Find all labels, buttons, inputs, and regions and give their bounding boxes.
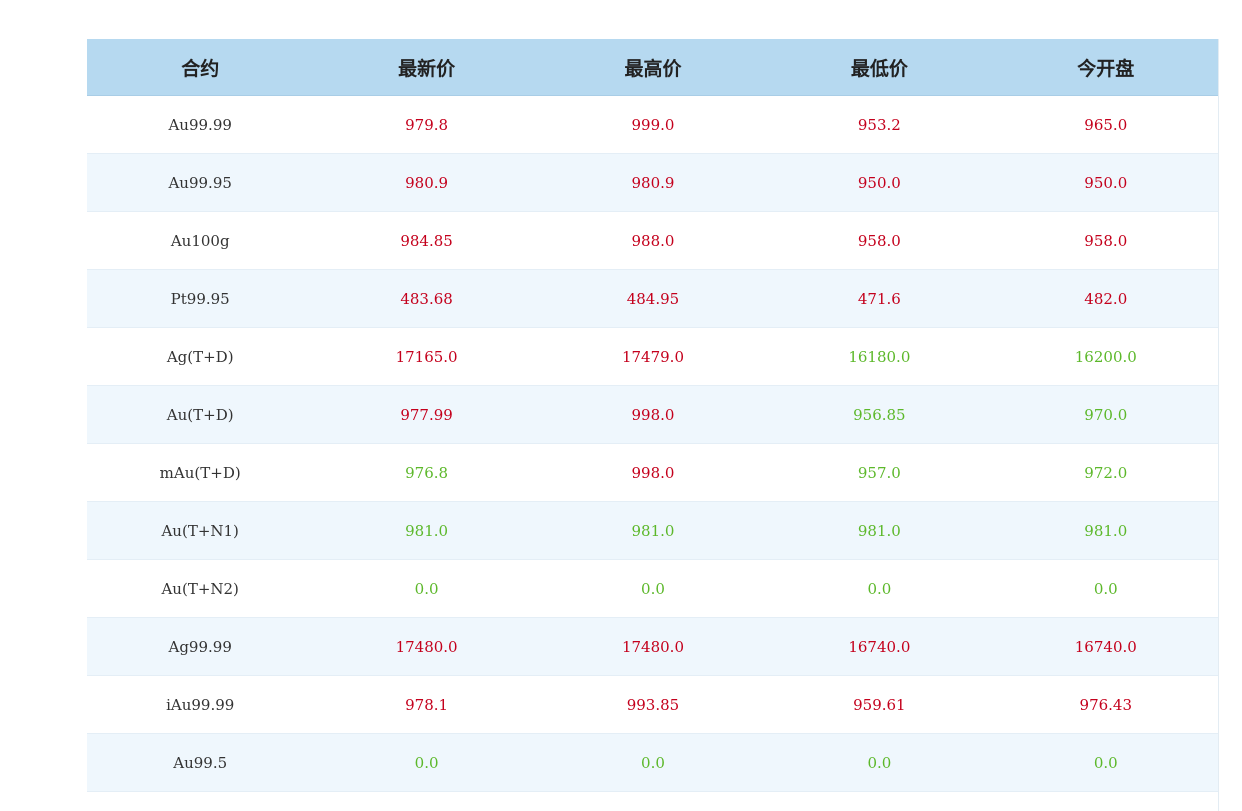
low-price: 957.0: [766, 443, 993, 502]
header-contract: 合约: [87, 39, 314, 96]
latest-price-empty: [313, 791, 540, 811]
low-price: 0.0: [766, 733, 993, 792]
contract-name: iAu99.99: [87, 675, 314, 734]
table-row: iAu99.99 978.1 993.85 959.61 976.43: [87, 675, 1219, 734]
high-price: 999.0: [539, 95, 767, 154]
open-price: 970.0: [992, 385, 1219, 444]
header-latest-price: 最新价: [313, 39, 540, 96]
high-price: 17480.0: [539, 617, 767, 676]
header-row: 合约 最新价 最高价 最低价 今开盘: [87, 39, 1219, 96]
high-price: 988.0: [539, 211, 767, 270]
high-price: 981.0: [539, 501, 767, 560]
latest-price: 976.8: [313, 443, 540, 502]
contract-name: Au(T+N1): [87, 501, 314, 560]
open-price: 976.43: [992, 675, 1219, 734]
contract-name: Pt99.95: [87, 269, 314, 328]
contract-name: Ag(T+D): [87, 327, 314, 386]
contract-name-empty: [87, 791, 314, 811]
open-price: 950.0: [992, 153, 1219, 212]
open-price: 972.0: [992, 443, 1219, 502]
latest-price: 0.0: [313, 559, 540, 618]
contract-name: Au99.99: [87, 95, 314, 154]
contract-name: Au(T+N2): [87, 559, 314, 618]
latest-price: 483.68: [313, 269, 540, 328]
latest-price: 979.8: [313, 95, 540, 154]
precious-metals-quote-table: 合约 最新价 最高价 最低价 今开盘 Au99.99 979.8 999.0 9…: [87, 39, 1219, 811]
low-price: 16740.0: [766, 617, 993, 676]
low-price: 0.0: [766, 559, 993, 618]
high-price: 484.95: [539, 269, 767, 328]
high-price: 993.85: [539, 675, 767, 734]
latest-price: 17165.0: [313, 327, 540, 386]
open-price: 981.0: [992, 501, 1219, 560]
table-header: 合约 最新价 最高价 最低价 今开盘: [87, 39, 1219, 96]
open-price: 16200.0: [992, 327, 1219, 386]
header-high-price: 最高价: [539, 39, 767, 96]
contract-name: mAu(T+D): [87, 443, 314, 502]
contract-name: Au99.95: [87, 153, 314, 212]
table-row: Au99.99 979.8 999.0 953.2 965.0: [87, 95, 1219, 154]
high-price: 0.0: [539, 559, 767, 618]
open-price-empty: [992, 791, 1219, 811]
high-price-empty: [539, 791, 767, 811]
header-low-price: 最低价: [766, 39, 993, 96]
open-price: 958.0: [992, 211, 1219, 270]
low-price: 959.61: [766, 675, 993, 734]
table-row: Au100g 984.85 988.0 958.0 958.0: [87, 211, 1219, 270]
latest-price: 17480.0: [313, 617, 540, 676]
quotes-page: 合约 最新价 最高价 最低价 今开盘 Au99.99 979.8 999.0 9…: [0, 0, 1242, 811]
table-body: Au99.99 979.8 999.0 953.2 965.0 Au99.95 …: [87, 95, 1219, 811]
latest-price: 977.99: [313, 385, 540, 444]
contract-name: Ag99.99: [87, 617, 314, 676]
table-row: Au99.5 0.0 0.0 0.0 0.0: [87, 733, 1219, 792]
high-price: 980.9: [539, 153, 767, 212]
high-price: 0.0: [539, 733, 767, 792]
low-price: 16180.0: [766, 327, 993, 386]
contract-name: Au(T+D): [87, 385, 314, 444]
low-price: 981.0: [766, 501, 993, 560]
latest-price: 0.0: [313, 733, 540, 792]
table-row: Au99.95 980.9 980.9 950.0 950.0: [87, 153, 1219, 212]
open-price: 482.0: [992, 269, 1219, 328]
low-price: 956.85: [766, 385, 993, 444]
table-row: Au(T+N2) 0.0 0.0 0.0 0.0: [87, 559, 1219, 618]
table-row: Ag99.99 17480.0 17480.0 16740.0 16740.0: [87, 617, 1219, 676]
low-price: 958.0: [766, 211, 993, 270]
low-price: 953.2: [766, 95, 993, 154]
low-price: 950.0: [766, 153, 993, 212]
header-open-price: 今开盘: [992, 39, 1219, 96]
latest-price: 981.0: [313, 501, 540, 560]
table-row: Au(T+N1) 981.0 981.0 981.0 981.0: [87, 501, 1219, 560]
high-price: 998.0: [539, 443, 767, 502]
table-row: Ag(T+D) 17165.0 17479.0 16180.0 16200.0: [87, 327, 1219, 386]
open-price: 16740.0: [992, 617, 1219, 676]
table-row: mAu(T+D) 976.8 998.0 957.0 972.0: [87, 443, 1219, 502]
contract-name: Au100g: [87, 211, 314, 270]
table-row: Pt99.95 483.68 484.95 471.6 482.0: [87, 269, 1219, 328]
latest-price: 978.1: [313, 675, 540, 734]
latest-price: 984.85: [313, 211, 540, 270]
table-row: Au(T+D) 977.99 998.0 956.85 970.0: [87, 385, 1219, 444]
table-right-border: [1218, 39, 1219, 811]
high-price: 998.0: [539, 385, 767, 444]
open-price: 0.0: [992, 733, 1219, 792]
high-price: 17479.0: [539, 327, 767, 386]
open-price: 965.0: [992, 95, 1219, 154]
open-price: 0.0: [992, 559, 1219, 618]
contract-name: Au99.5: [87, 733, 314, 792]
low-price-empty: [766, 791, 993, 811]
latest-price: 980.9: [313, 153, 540, 212]
low-price: 471.6: [766, 269, 993, 328]
table-row-partial: [87, 791, 1219, 811]
